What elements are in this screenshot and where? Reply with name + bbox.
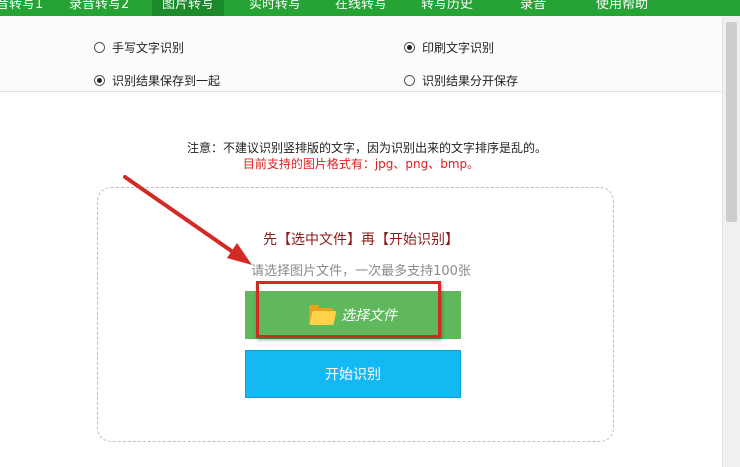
- warning-note: 注意：不建议识别竖排版的文字，因为识别出来的文字排序是乱的。: [186, 141, 547, 155]
- radio-save-separate[interactable]: 识别结果分开保存: [404, 72, 518, 89]
- tab-audio-transcribe-2[interactable]: 录音转写2: [69, 0, 129, 16]
- vertical-scrollbar[interactable]: [722, 16, 740, 467]
- start-recognition-button[interactable]: 开始识别: [245, 350, 461, 398]
- radio-unchecked-icon: [94, 42, 105, 53]
- radio-checked-icon: [404, 42, 415, 53]
- tab-audio-transcribe-1[interactable]: 音转写1: [0, 0, 43, 16]
- tab-online-transcribe[interactable]: 在线转写: [335, 0, 387, 16]
- radio-handwriting[interactable]: 手写文字识别: [94, 39, 184, 56]
- tab-image-transcribe[interactable]: 图片转写: [152, 0, 225, 16]
- radio-handwriting-label: 手写文字识别: [112, 41, 185, 55]
- radio-save-together-label: 识别结果保存到一起: [112, 74, 221, 88]
- radio-printed-label: 印刷文字识别: [422, 41, 495, 55]
- upload-instruction: 先【选中文件】再【开始识别】: [263, 232, 459, 248]
- tab-recording[interactable]: 录音: [520, 0, 546, 16]
- tab-help[interactable]: 使用帮助: [596, 0, 648, 16]
- radio-checked-icon: [94, 75, 105, 86]
- folder-icon: [309, 305, 337, 325]
- radio-save-separate-label: 识别结果分开保存: [422, 74, 519, 88]
- choose-file-button[interactable]: 选择文件: [245, 291, 461, 339]
- radio-unchecked-icon: [404, 75, 415, 86]
- choose-file-label: 选择文件: [341, 308, 397, 324]
- upload-hint: 请选择图片文件，一次最多支持100张: [251, 264, 471, 279]
- radio-save-together[interactable]: 识别结果保存到一起: [94, 72, 220, 89]
- tab-realtime-transcribe[interactable]: 实时转写: [249, 0, 301, 16]
- top-nav-bar: 音转写1 录音转写2 图片转写 实时转写 在线转写 转写历史 录音 使用帮助: [0, 0, 740, 16]
- tab-transcribe-history[interactable]: 转写历史: [421, 0, 473, 16]
- radio-printed[interactable]: 印刷文字识别: [404, 39, 494, 56]
- supported-formats-note: 目前支持的图片格式有：jpg、png、bmp。: [242, 157, 480, 171]
- scrollbar-thumb[interactable]: [726, 22, 737, 222]
- recognition-options-panel: 手写文字识别 印刷文字识别 识别结果保存到一起 识别结果分开保存: [0, 16, 722, 92]
